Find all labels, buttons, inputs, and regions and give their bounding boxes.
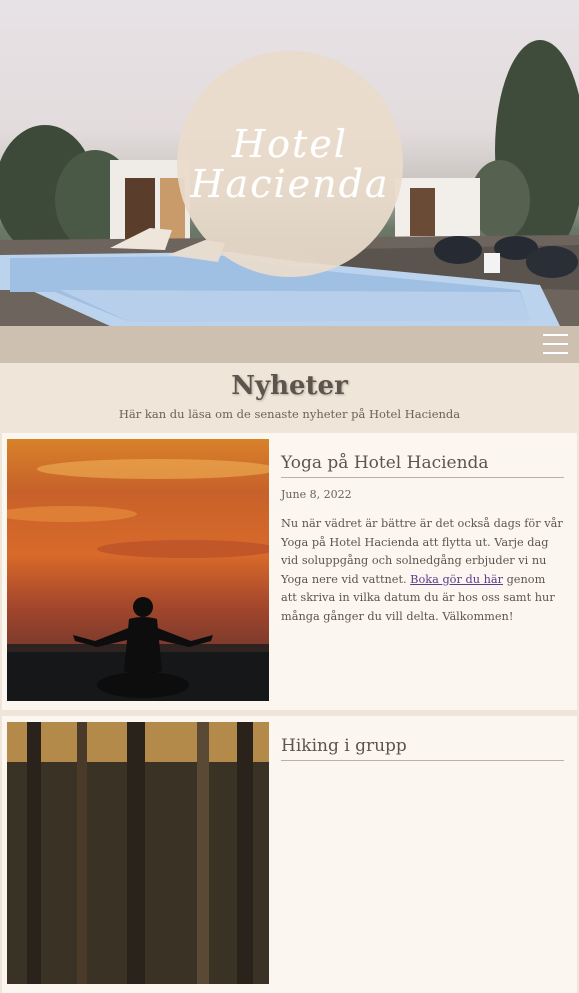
- booking-link[interactable]: Boka gör du här: [410, 573, 503, 586]
- article-title[interactable]: Yoga på Hotel Hacienda: [281, 453, 564, 478]
- page-subtitle: Här kan du läsa om de senaste nyheter på…: [118, 407, 461, 421]
- news-article: Hiking i grupp: [2, 716, 577, 993]
- article-content: Hiking i grupp: [269, 722, 572, 984]
- menu-line: [543, 334, 568, 336]
- article-image-yoga[interactable]: [7, 439, 269, 701]
- hotel-logo[interactable]: Hotel Hacienda: [177, 51, 403, 277]
- forest-image: [7, 722, 269, 984]
- hamburger-menu-icon[interactable]: [543, 334, 568, 354]
- article-content: Yoga på Hotel Hacienda June 8, 2022 Nu n…: [269, 439, 572, 701]
- news-header: Nyheter Här kan du läsa om de senaste ny…: [0, 363, 579, 433]
- news-list: Yoga på Hotel Hacienda June 8, 2022 Nu n…: [0, 433, 579, 993]
- logo-text-line1: Hotel: [232, 122, 348, 166]
- article-date: June 8, 2022: [281, 488, 352, 501]
- news-article: Yoga på Hotel Hacienda June 8, 2022 Nu n…: [2, 433, 577, 710]
- article-text: Nu när vädret är bättre är det också dag…: [281, 515, 564, 626]
- menu-line: [543, 352, 568, 354]
- hero-banner: Hotel Hacienda: [0, 0, 579, 326]
- navigation-bar: [0, 326, 579, 363]
- article-title[interactable]: Hiking i grupp: [281, 736, 564, 761]
- page-title: Nyheter: [231, 371, 348, 401]
- article-image-hiking[interactable]: [7, 722, 269, 984]
- menu-line: [543, 343, 568, 345]
- logo-text-line2: Hacienda: [190, 162, 390, 206]
- yoga-sunset-image: [7, 439, 269, 701]
